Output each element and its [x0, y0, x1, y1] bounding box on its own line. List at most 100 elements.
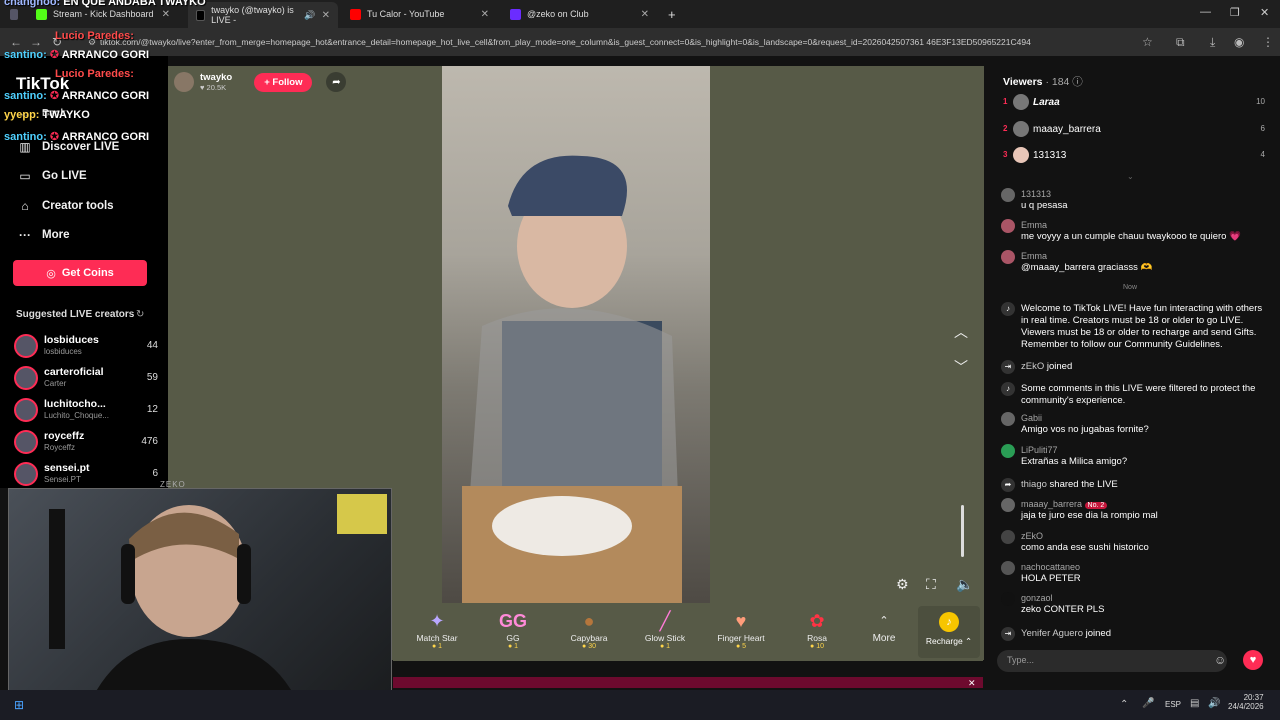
tiktok-icon: ♪: [1001, 302, 1015, 316]
window-close-icon[interactable]: ✕: [1260, 6, 1269, 19]
gift-item[interactable]: ✿ Rosa ● 10: [787, 609, 847, 650]
join-message: ⇥ Yenifer Aguero joined: [1001, 627, 1263, 641]
top-viewer-row[interactable]: 2 maaay_barrera 6: [1003, 120, 1265, 140]
join-icon: ⇥: [1001, 627, 1015, 641]
sound-icon[interactable]: 🔊: [1208, 698, 1220, 709]
gift-icon: GG: [498, 611, 527, 631]
gift-icon: ╱: [659, 611, 671, 631]
clock[interactable]: 20:37 24/4/2026: [1228, 693, 1264, 711]
extensions-icon[interactable]: ⧉: [1176, 35, 1185, 50]
overlay-chat-line: Lucio Paredes:: [55, 68, 134, 80]
network-icon[interactable]: ▤: [1190, 698, 1199, 709]
comment-input[interactable]: Type...: [997, 650, 1227, 672]
creator-row[interactable]: luchitocho... Luchito_Choque... 12: [14, 396, 158, 426]
dots-icon: ···: [19, 228, 31, 242]
back-icon[interactable]: ←: [10, 35, 22, 49]
avatar: [1013, 94, 1029, 110]
tiktok-icon: ♪: [1001, 382, 1015, 396]
close-icon[interactable]: ✕: [481, 9, 489, 20]
volume-slider[interactable]: [961, 505, 964, 557]
live-video[interactable]: [442, 66, 710, 603]
creator-row[interactable]: sensei.pt Sensei.PT 6: [14, 460, 158, 490]
avatar: [14, 462, 38, 486]
tab-tiktok[interactable]: twayko (@twayko) is LIVE - 🔊 ✕: [188, 2, 338, 28]
club-icon: [510, 8, 521, 20]
now-divider: Now: [1123, 284, 1138, 291]
tab-youtube[interactable]: Tu Calor - YouTube ✕: [342, 4, 497, 24]
tray-up-icon[interactable]: ⌃: [1120, 699, 1128, 710]
info-icon[interactable]: ⓘ: [1072, 76, 1083, 88]
gift-icon: ✦: [429, 611, 445, 631]
previous-live-icon[interactable]: ︿: [954, 322, 968, 342]
bookmark-icon[interactable]: ☆: [1142, 35, 1153, 49]
chat-comment: Emma me voyyy a un cumple chauu twaykooo …: [1001, 219, 1263, 243]
kick-icon: [36, 8, 47, 20]
close-icon[interactable]: ✕: [162, 9, 170, 20]
get-coins-button[interactable]: ◎ Get Coins: [13, 260, 147, 286]
tab-club[interactable]: @zeko on Club ✕: [502, 4, 657, 24]
chat-comment: maaay_barrera No. 2 jaja te juro ese dia …: [1001, 498, 1263, 522]
next-live-icon[interactable]: ﹀: [954, 357, 968, 377]
profile-icon: [10, 8, 18, 20]
gift-item[interactable]: ● Capybara ● 30: [559, 609, 619, 650]
promo-strip: [393, 677, 983, 688]
settings-icon[interactable]: ⚙: [896, 576, 909, 593]
close-icon[interactable]: ✕: [641, 9, 649, 20]
top-viewer-row[interactable]: 1 Laraa 10: [1003, 93, 1265, 113]
follow-button[interactable]: + Follow: [254, 72, 313, 92]
sidebar-item-go-live[interactable]: ▭ Go LIVE: [18, 169, 86, 183]
minimize-icon[interactable]: —: [1200, 6, 1211, 18]
maximize-icon[interactable]: ❐: [1230, 6, 1240, 19]
gift-bar: ✦ Match Star ● 1 GG GG ● 1 ● Capybara ● 30 ╱ Gl…: [393, 603, 983, 661]
gift-item[interactable]: ✦ Match Star ● 1: [407, 609, 467, 650]
plus-icon: +: [668, 6, 676, 22]
tab-label: Stream - Kick Dashboard: [53, 9, 154, 19]
join-message: ⇥ zEkO joined: [1001, 360, 1263, 374]
gift-item[interactable]: GG GG ● 1: [483, 609, 543, 650]
filtered-notice: ♪ Some comments in this LIVE were filtere…: [1001, 382, 1263, 408]
avatar: [14, 366, 38, 390]
host-name[interactable]: twayko: [200, 72, 232, 83]
suggested-title: Suggested LIVE creators: [16, 309, 135, 320]
gift-item[interactable]: ♥ Finger Heart ● 5: [711, 609, 771, 650]
streamer-figure: [462, 155, 682, 603]
host-avatar[interactable]: [174, 72, 194, 92]
recharge-button[interactable]: ♪ Recharge ⌃: [918, 606, 980, 658]
fullscreen-icon[interactable]: ⛶: [926, 576, 936, 593]
gift-item[interactable]: ╱ Glow Stick ● 1: [635, 609, 695, 650]
webcam-person: [49, 494, 387, 705]
avatar: [14, 334, 38, 358]
expand-icon[interactable]: ⌄: [1127, 172, 1134, 181]
overlay-chat-line: santino: ✪ ARRANCO GORI: [4, 90, 150, 102]
webcam-overlay: [8, 488, 392, 705]
creator-row[interactable]: royceffz Royceffz 476: [14, 428, 158, 458]
url-input[interactable]: tiktok.com/@twayko/live?enter_from_merge…: [100, 37, 1110, 47]
speaker-icon[interactable]: 🔊: [304, 10, 315, 21]
right-panel: Viewers · 184 ⓘ 1 Laraa 10 2 maaay_barrera 6…: [993, 66, 1273, 678]
close-icon[interactable]: ✕: [322, 10, 330, 21]
close-icon[interactable]: ✕: [968, 678, 976, 689]
sidebar-item-creator-tools[interactable]: ⌂ Creator tools: [18, 199, 113, 213]
volume-icon[interactable]: 🔈: [956, 576, 973, 593]
gift-more-button[interactable]: ⌃ More: [854, 609, 914, 644]
share-message: ➦ thiago shared the LIVE: [1001, 478, 1263, 492]
creator-row[interactable]: carteroficial Carter 59: [14, 364, 158, 394]
sidebar-item-more[interactable]: ··· More: [18, 228, 69, 242]
chat-comment: LiPuliti77 Extrañas a Milica amigo?: [1001, 444, 1263, 468]
windows-taskbar: ⊞ ⌃ 🎤 ESP ▤ 🔊 20:37 24/4/2026: [0, 690, 1280, 720]
like-heart-icon[interactable]: ♥: [1243, 650, 1263, 670]
top-viewer-row[interactable]: 3 131313 4: [1003, 146, 1265, 166]
profile-icon[interactable]: ◉: [1234, 35, 1244, 49]
download-icon[interactable]: ⤓: [1210, 35, 1215, 50]
microphone-icon[interactable]: 🎤: [1142, 698, 1154, 709]
menu-icon[interactable]: ⋮: [1262, 35, 1274, 49]
share-icon[interactable]: ➦: [326, 72, 347, 92]
refresh-icon[interactable]: ↻: [136, 309, 144, 320]
windows-start-icon[interactable]: ⊞: [14, 698, 24, 712]
forward-icon[interactable]: →: [30, 35, 42, 49]
emoji-icon[interactable]: ☺: [1214, 653, 1226, 667]
language-indicator[interactable]: ESP: [1165, 700, 1181, 709]
overlay-chat-line: santino: ✪ ARRANCO GORI: [4, 131, 150, 143]
creator-row[interactable]: losbiduces losbiduces 44: [14, 332, 158, 362]
new-tab-button[interactable]: +: [660, 4, 684, 24]
